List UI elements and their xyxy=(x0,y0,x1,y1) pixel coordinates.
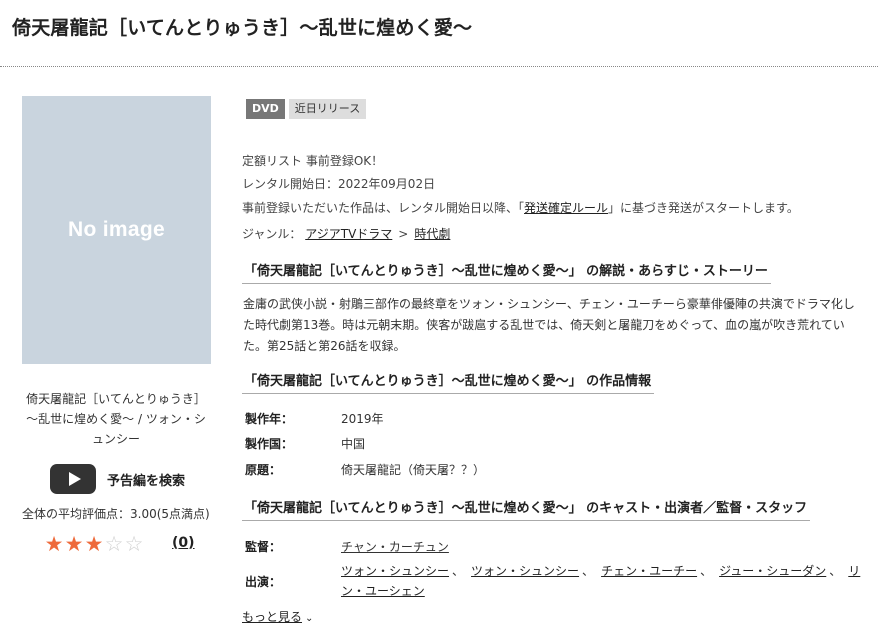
actor-link[interactable]: ツォン・シュンシー xyxy=(341,564,449,578)
shipping-rule-link[interactable]: 発送確定ルール xyxy=(524,201,608,215)
actors-list: ツォン・シュンシー、ツォン・シュンシー、チェン・ユーチー、ジュー・シューダン、リ… xyxy=(341,561,861,601)
director-link[interactable]: チャン・カーチュン xyxy=(341,538,449,555)
review-count-link[interactable]: (0) xyxy=(172,535,195,551)
coming-soon-badge: 近日リリース xyxy=(288,99,367,119)
title-divider xyxy=(0,66,878,67)
breadcrumb-separator: > xyxy=(398,227,409,241)
average-rating: 全体の平均評価点：3.00(5点満点) xyxy=(22,507,210,521)
synopsis-text: 金庸の武侠小説・射鵰三部作の最終章をツォン・シュンシー、チェン・ユーチーら豪華俳… xyxy=(243,297,855,353)
left-title-line: ュンシー xyxy=(91,432,140,446)
review-count: 0 xyxy=(178,535,189,551)
shipping-note-post: 」に基づき発送がスタートします。 xyxy=(608,201,799,215)
left-title-line: ～乱世に煌めく愛～ / ツォン・シ xyxy=(26,412,206,426)
genre-breadcrumb: ジャンル： アジアTVドラマ > 時代劇 xyxy=(242,225,450,242)
rental-start-date: レンタル開始日：2022年09月02日 xyxy=(242,177,436,191)
country-label: 製作国： xyxy=(245,437,294,451)
cast-heading: 「倚天屠龍記［いてんとりゅうき］～乱世に煌めく愛～」 のキャスト・出演者／監督・… xyxy=(242,497,811,521)
show-more-label: もっと見る xyxy=(242,610,303,624)
left-title[interactable]: 倚天屠龍記［いてんとりゅうき］ ～乱世に煌めく愛～ / ツォン・シ ュンシー xyxy=(18,389,214,449)
left-title-line: 倚天屠龍記［いてんとりゅうき］ xyxy=(26,392,206,406)
play-icon xyxy=(50,464,96,494)
actor-link[interactable]: ジュー・シューダン xyxy=(719,564,826,578)
chevron-down-icon: ⌄ xyxy=(305,613,314,624)
year-label: 製作年： xyxy=(245,412,294,426)
original-title-value: 倚天屠龍記（倚天屠？？） xyxy=(341,463,486,477)
shipping-note: 事前登録いただいた作品は、レンタル開始日以降、「発送確定ルール」に基づき発送がス… xyxy=(242,199,799,216)
cover-image: No image xyxy=(22,96,211,364)
genre-link-period-drama[interactable]: 時代劇 xyxy=(414,227,450,241)
star-filled-icon: ★ xyxy=(84,532,104,556)
country-value: 中国 xyxy=(341,437,366,451)
star-filled-icon: ★ xyxy=(44,532,64,556)
director-label: 監督： xyxy=(245,540,282,554)
genre-label: ジャンル： xyxy=(242,227,302,241)
dvd-badge: DVD xyxy=(246,99,285,119)
page-title: 倚天屠龍記［いてんとりゅうき］～乱世に煌めく愛～ xyxy=(12,17,473,39)
actor-link[interactable]: ツォン・シュンシー xyxy=(471,564,579,578)
actor-link[interactable]: チェン・ユーチー xyxy=(601,564,697,578)
star-filled-icon: ★ xyxy=(64,532,84,556)
work-info-heading: 「倚天屠龍記［いてんとりゅうき］～乱世に煌めく愛～」 の作品情報 xyxy=(242,370,655,394)
review-count-close: ) xyxy=(188,535,195,551)
shipping-note-pre: 事前登録いただいた作品は、レンタル開始日以降、「 xyxy=(242,201,525,215)
star-empty-icon: ☆ xyxy=(124,532,144,556)
actor-separator: 、 xyxy=(700,564,713,578)
synopsis-heading: 「倚天屠龍記［いてんとりゅうき］～乱世に煌めく愛～」 の解説・あらすじ・ストーリ… xyxy=(242,260,771,284)
trailer-search-label: 予告編を検索 xyxy=(107,473,186,489)
actors-label: 出演： xyxy=(245,575,282,589)
genre-link-asian-tv-drama[interactable]: アジアTVドラマ xyxy=(305,227,392,241)
actor-separator: 、 xyxy=(452,564,465,578)
badges: DVD 近日リリース xyxy=(246,99,367,119)
year-value: 2019年 xyxy=(341,412,384,426)
star-empty-icon: ☆ xyxy=(104,532,124,556)
show-more-link[interactable]: もっと見る ⌄ xyxy=(242,608,313,625)
rating-stars: ★ ★ ★ ☆ ☆ xyxy=(44,532,144,556)
trailer-search-button[interactable]: 予告編を検索 xyxy=(50,464,185,494)
fixed-list-note: 定額リスト 事前登録OK！ xyxy=(242,154,384,168)
no-image-text: No image xyxy=(68,218,165,241)
original-title-label: 原題： xyxy=(245,463,282,477)
actor-separator: 、 xyxy=(829,564,842,578)
actor-separator: 、 xyxy=(582,564,595,578)
